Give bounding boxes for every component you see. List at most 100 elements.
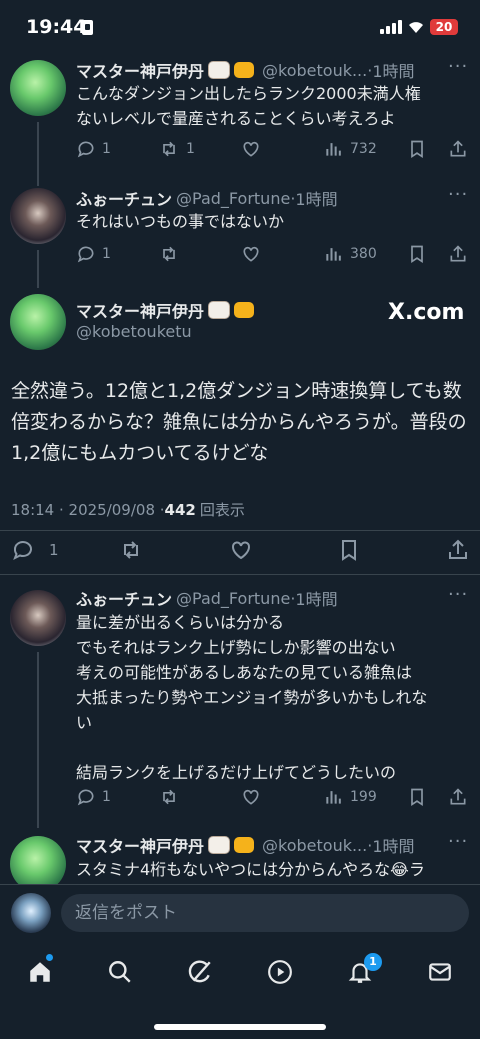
thread-line — [37, 250, 39, 288]
share-icon[interactable] — [448, 139, 468, 159]
retweet-icon — [163, 246, 175, 262]
display-name[interactable]: マスター神戸伊丹 — [76, 298, 204, 322]
battery-icon: 20 — [430, 19, 458, 35]
retweet-button[interactable] — [158, 244, 186, 264]
tweet-time[interactable]: 1時間 — [372, 833, 414, 857]
tweet-header: ふぉーチュン @Pad_Fortune · 1時間 — [76, 185, 446, 211]
notifications-badge: 1 — [364, 953, 382, 971]
display-name[interactable]: ふぉーチュン — [76, 586, 172, 610]
share-icon[interactable] — [448, 787, 468, 807]
reply-button[interactable]: 1 — [76, 139, 111, 159]
bookmark-icon[interactable] — [407, 139, 427, 159]
video-play-icon[interactable] — [267, 959, 293, 985]
reply-count: 1 — [102, 246, 111, 262]
retweet-button[interactable]: 1 — [158, 139, 195, 159]
retweet-count: 1 — [186, 141, 195, 157]
like-button[interactable] — [240, 139, 268, 159]
tweet-text: それはいつもの事ではないか — [76, 212, 285, 231]
divider — [0, 530, 480, 531]
avatar[interactable] — [10, 590, 66, 646]
like-button[interactable] — [240, 787, 268, 807]
bookmark-icon[interactable] — [337, 538, 361, 562]
main-tweet-header: マスター神戸伊丹 — [76, 297, 255, 323]
tiger-emoji-icon — [234, 837, 255, 853]
more-options-icon[interactable]: ··· — [448, 56, 468, 77]
reply-input[interactable]: 返信をポスト — [61, 894, 469, 932]
bookmark-icon[interactable] — [407, 787, 427, 807]
cow-emoji-icon — [208, 836, 231, 854]
display-name[interactable]: ふぉーチュン — [76, 186, 172, 210]
bookmark-icon[interactable] — [407, 244, 427, 264]
views-label: 回表示 — [199, 501, 245, 519]
my-avatar[interactable] — [11, 893, 51, 933]
home-indicator — [154, 1024, 326, 1030]
avatar[interactable] — [10, 294, 66, 350]
avatar[interactable] — [10, 60, 66, 116]
views-count: 442 — [164, 500, 196, 519]
thread-line — [37, 652, 39, 828]
tweet-time[interactable]: 1時間 — [295, 586, 337, 610]
views-button[interactable]: 380 — [324, 244, 377, 264]
display-name[interactable]: マスター神戸伊丹 — [76, 833, 204, 857]
handle[interactable]: @Pad_Fortune — [176, 189, 290, 208]
reply-icon — [13, 541, 32, 561]
more-options-icon[interactable]: ··· — [448, 584, 468, 605]
handle[interactable]: @kobetouketu — [76, 322, 192, 341]
share-icon[interactable] — [446, 538, 470, 562]
views-count: 380 — [350, 246, 377, 262]
views-button[interactable]: 199 — [324, 787, 377, 807]
more-options-icon[interactable]: ··· — [448, 184, 468, 205]
thread-line — [37, 122, 39, 186]
reply-icon — [77, 246, 94, 263]
cellular-signal-icon — [380, 20, 402, 34]
cow-emoji-icon — [208, 61, 231, 79]
views-count: 199 — [350, 789, 377, 805]
home-unread-dot — [46, 954, 53, 961]
retweet-icon — [163, 141, 175, 157]
tweet-header: ふぉーチュン @Pad_Fortune · 1時間 — [76, 585, 446, 611]
tweet-time[interactable]: 1時間 — [295, 186, 337, 210]
tiger-emoji-icon — [234, 62, 255, 78]
reply-button[interactable]: 1 — [76, 244, 111, 264]
divider — [0, 574, 480, 575]
handle[interactable]: @kobetouk... — [262, 61, 367, 80]
status-time: 19:44 — [26, 16, 87, 38]
heart-icon[interactable] — [228, 538, 254, 562]
views-chart-icon — [326, 791, 341, 804]
reply-count: 1 — [102, 789, 111, 805]
views-chart-icon — [326, 248, 341, 261]
display-name[interactable]: マスター神戸伊丹 — [76, 58, 204, 82]
share-icon[interactable] — [448, 244, 468, 264]
grok-icon[interactable] — [187, 959, 213, 985]
heart-icon — [243, 246, 259, 262]
retweet-button[interactable] — [158, 787, 186, 807]
tweet-header: マスター神戸伊丹 @kobetouk... · 1時間 — [76, 57, 446, 83]
home-icon[interactable] — [27, 959, 53, 985]
reply-icon — [77, 789, 94, 806]
avatar[interactable] — [10, 188, 66, 244]
x-com-watermark: X.com — [388, 300, 465, 325]
retweet-icon[interactable] — [118, 538, 144, 562]
search-icon[interactable] — [107, 959, 133, 985]
tweet-header: マスター神戸伊丹 @kobetouk... · 1時間 — [76, 832, 446, 858]
tweet-text: 量に差が出るくらいは分かる でもそれはランク上げ勢にしか影響の出ない 考えの可能… — [76, 613, 428, 782]
reply-count: 1 — [102, 141, 111, 157]
tweet-datetime[interactable]: 18:14 · 2025/09/08 · — [11, 501, 165, 519]
tweet-time[interactable]: 1時間 — [372, 58, 414, 82]
tweet-text: スタミナ4桁もないやつには分からんやろな😂ラ — [76, 860, 425, 879]
mail-icon[interactable] — [427, 959, 453, 985]
handle[interactable]: @Pad_Fortune — [176, 589, 290, 608]
views-button[interactable]: 732 — [324, 139, 377, 159]
tiger-emoji-icon — [234, 302, 255, 318]
reply-button[interactable]: 1 — [11, 538, 59, 562]
reply-button[interactable]: 1 — [76, 787, 111, 807]
main-tweet-text: 全然違う。12億と1,2億ダンジョン時速換算しても数倍変わるからな？雑魚には分か… — [11, 380, 467, 464]
sim-card-icon — [82, 20, 93, 35]
like-button[interactable] — [240, 244, 268, 264]
heart-icon — [243, 141, 259, 157]
handle[interactable]: @kobetouk... — [262, 836, 367, 855]
wifi-icon — [409, 22, 423, 33]
views-count: 732 — [350, 141, 377, 157]
views-chart-icon — [326, 143, 341, 156]
more-options-icon[interactable]: ··· — [448, 831, 468, 852]
